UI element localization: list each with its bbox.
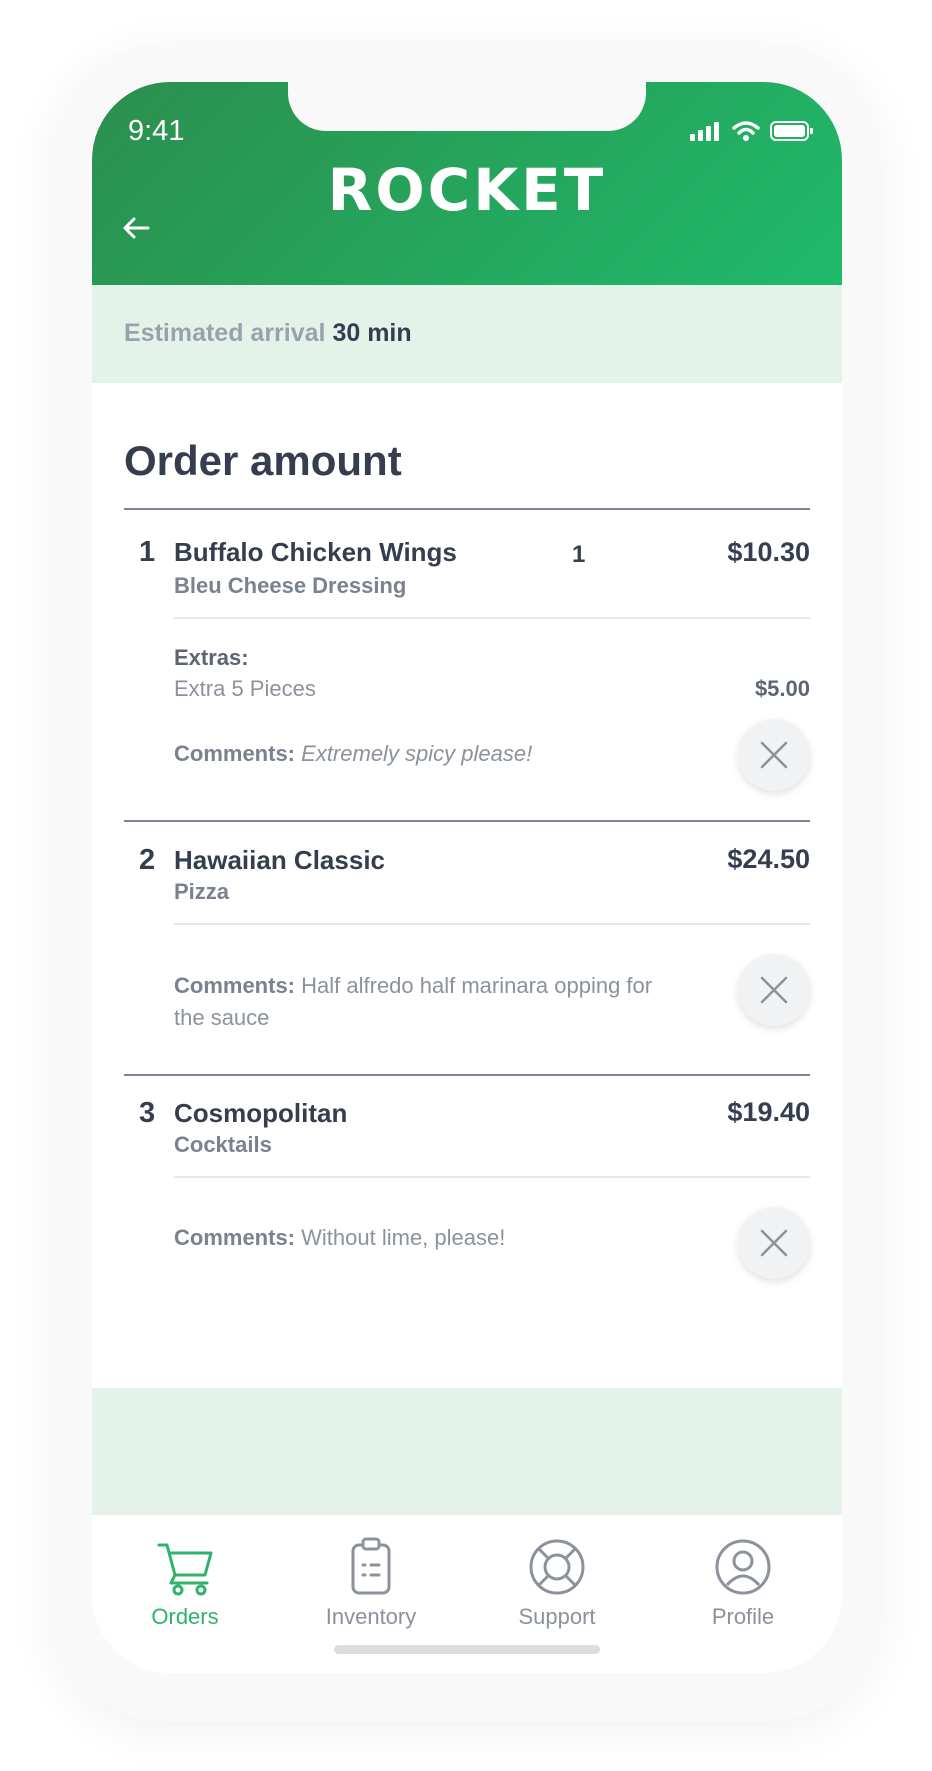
item-divider	[174, 923, 810, 925]
tab-orders[interactable]: Orders	[92, 1515, 278, 1635]
status-time: 9:41	[128, 115, 185, 147]
item-divider	[174, 617, 810, 619]
item-comment: Comments: Without lime, please!	[174, 1222, 674, 1254]
cart-icon	[157, 1543, 213, 1596]
comment-label: Comments:	[174, 741, 296, 766]
status-icons	[690, 120, 814, 142]
item-price: $24.50	[727, 844, 810, 874]
item-subtitle: Cocktails	[174, 1132, 272, 1157]
extras-price: $5.00	[754, 676, 810, 701]
item-quantity: 1	[572, 541, 586, 568]
extras-label: Extras:	[174, 645, 249, 670]
item-price: $10.30	[727, 537, 810, 567]
item-name: Buffalo Chicken Wings	[174, 537, 457, 567]
page-title: Order amount	[124, 437, 402, 484]
tab-label: Inventory	[325, 1604, 417, 1629]
item-number: 1	[139, 536, 156, 568]
user-circle-icon	[715, 1539, 771, 1595]
battery-icon	[770, 121, 813, 141]
signal-icon	[690, 122, 719, 141]
back-button[interactable]	[120, 212, 160, 252]
item-subtitle: Pizza	[174, 879, 230, 904]
rocket-logo: ROCKET	[327, 156, 607, 224]
divider	[124, 820, 810, 822]
close-icon	[760, 741, 788, 769]
device-notch	[288, 82, 646, 131]
item-subtitle: Bleu Cheese Dressing	[174, 573, 407, 598]
comment-label: Comments:	[174, 973, 296, 998]
arrival-value: 30 min	[332, 319, 412, 347]
tab-inventory[interactable]: Inventory	[278, 1515, 464, 1635]
tab-profile[interactable]: Profile	[650, 1515, 836, 1635]
item-divider	[174, 1176, 810, 1178]
clipboard-icon	[351, 1537, 391, 1595]
arrival-text: Estimated arrival 30 min	[124, 319, 412, 348]
close-icon	[760, 1229, 788, 1257]
arrival-banner: Estimated arrival 30 min	[92, 285, 842, 383]
comment-label: Comments:	[174, 1225, 296, 1250]
item-name: Hawaiian Classic	[174, 845, 385, 875]
remove-item-button[interactable]	[738, 719, 810, 791]
remove-item-button[interactable]	[738, 1207, 810, 1279]
arrow-left-icon	[123, 217, 150, 239]
wifi-icon	[732, 121, 760, 141]
tab-support[interactable]: Support	[464, 1515, 650, 1635]
divider	[124, 508, 810, 510]
remove-item-button[interactable]	[738, 954, 810, 1026]
item-comment: Comments: Half alfredo half marinara opp…	[174, 970, 674, 1034]
arrival-label: Estimated arrival	[124, 319, 326, 347]
item-comment: Comments: Extremely spicy please!	[174, 738, 674, 770]
extras-item: Extra 5 Pieces	[174, 676, 316, 701]
item-price: $19.40	[727, 1097, 810, 1127]
tab-label: Support	[518, 1604, 596, 1629]
close-icon	[760, 976, 788, 1004]
item-name: Cosmopolitan	[174, 1098, 348, 1128]
item-number: 2	[139, 844, 156, 876]
tab-label: Profile	[711, 1604, 775, 1629]
comment-text: Extremely spicy please!	[301, 741, 533, 766]
home-indicator	[334, 1645, 600, 1654]
lifebuoy-icon	[529, 1539, 585, 1595]
item-number: 3	[139, 1097, 156, 1129]
tab-label: Orders	[151, 1604, 219, 1629]
divider	[124, 1074, 810, 1076]
comment-text: Without lime, please!	[301, 1225, 506, 1250]
bottom-spacer	[92, 1388, 842, 1514]
app-screen: 9:41 ROCKET Estimated arrival 30 min Ord…	[92, 82, 842, 1673]
